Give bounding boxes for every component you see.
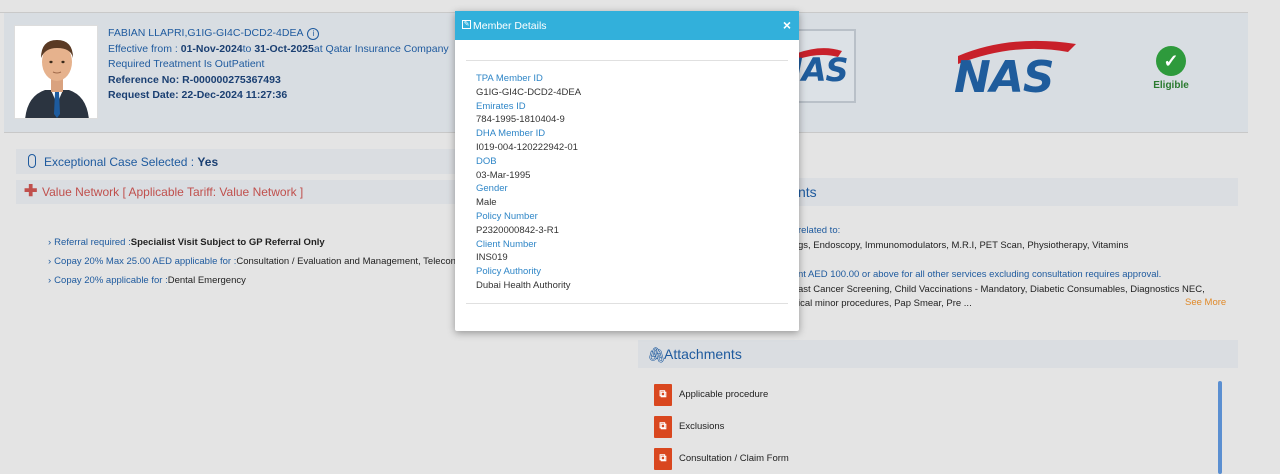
member-details-modal: ✎ Member Details × TPA Member ID G1IG-GI4… xyxy=(455,11,799,331)
edit-icon: ✎ xyxy=(462,20,471,29)
field-gender: Gender Male xyxy=(476,183,508,209)
field-dob: DOB 03-Mar-1995 xyxy=(476,155,531,181)
close-button[interactable]: × xyxy=(783,17,791,33)
field-policy-authority: Policy Authority Dubai Health Authority xyxy=(476,266,571,291)
field-policy-number: Policy Number P2320000842-3-R1 xyxy=(476,210,559,236)
modal-title: Member Details xyxy=(473,20,547,32)
field-tpa-member-id: TPA Member ID G1IG-GI4C-DCD2-4DEA xyxy=(476,73,582,98)
modal-body: TPA Member ID G1IG-GI4C-DCD2-4DEA Emirate… xyxy=(466,60,788,304)
modal-header: ✎ Member Details × xyxy=(455,11,799,40)
field-emirates-id: Emirates ID 784-1995-1810404-9 xyxy=(476,100,565,126)
field-dha-member-id: DHA Member ID I019-004-120222942-01 xyxy=(476,128,578,153)
member-fields: TPA Member ID G1IG-GI4C-DCD2-4DEA Emirate… xyxy=(466,72,788,293)
field-client-number: Client Number INS019 xyxy=(476,238,537,264)
